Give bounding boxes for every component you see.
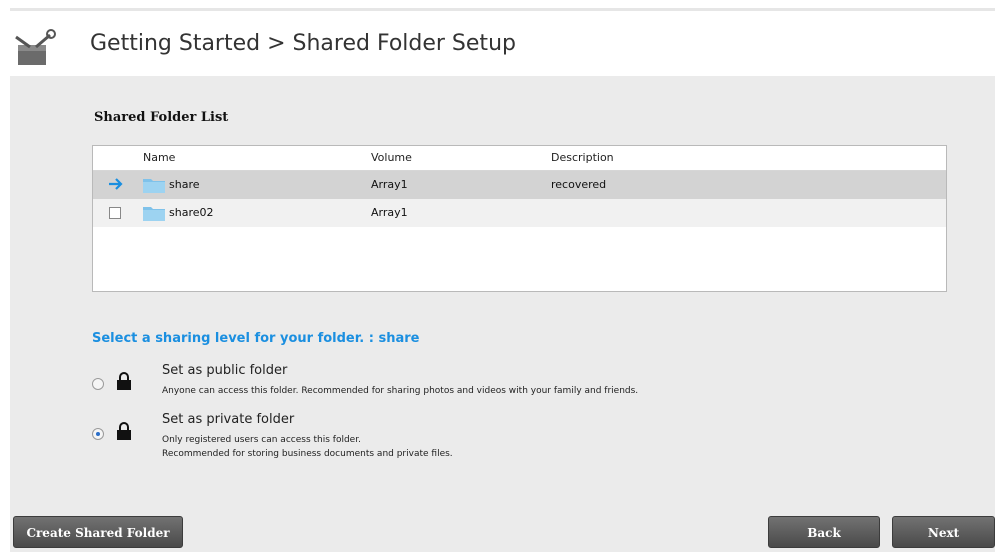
header: Getting Started > Shared Folder Setup bbox=[0, 11, 995, 76]
folder-description: recovered bbox=[551, 178, 607, 191]
folder-icon bbox=[143, 207, 165, 221]
public-folder-label[interactable]: Set as public folder bbox=[162, 363, 287, 378]
private-folder-label[interactable]: Set as private folder bbox=[162, 412, 294, 427]
private-folder-description-line-2: Recommended for storing business documen… bbox=[162, 449, 453, 459]
sharing-level-instruction: Select a sharing level for your folder. … bbox=[92, 331, 420, 346]
column-header-description[interactable]: Description bbox=[551, 151, 614, 164]
page-title: Getting Started > Shared Folder Setup bbox=[90, 31, 516, 56]
back-button[interactable]: Back bbox=[768, 516, 880, 548]
setup-panel: Shared Folder List Name Volume Descripti… bbox=[10, 76, 995, 552]
folder-name: share bbox=[169, 178, 200, 191]
next-button[interactable]: Next bbox=[892, 516, 995, 548]
column-header-name[interactable]: Name bbox=[143, 151, 175, 164]
folder-volume: Array1 bbox=[371, 206, 408, 219]
folder-volume: Array1 bbox=[371, 178, 408, 191]
public-folder-radio[interactable] bbox=[92, 378, 104, 390]
lock-icon bbox=[117, 372, 131, 390]
selected-arrow-icon bbox=[109, 178, 123, 190]
table-header: Name Volume Description bbox=[93, 146, 946, 171]
shared-folder-list-title: Shared Folder List bbox=[94, 110, 229, 125]
row-checkbox[interactable] bbox=[109, 207, 121, 219]
table-row[interactable]: share02 Array1 bbox=[93, 199, 946, 227]
create-shared-folder-button[interactable]: Create Shared Folder bbox=[13, 516, 183, 548]
public-folder-description: Anyone can access this folder. Recommend… bbox=[162, 386, 639, 396]
private-folder-radio[interactable] bbox=[92, 428, 104, 440]
folder-name: share02 bbox=[169, 206, 214, 219]
lock-icon bbox=[117, 422, 131, 440]
folder-icon bbox=[143, 179, 165, 193]
table-row[interactable]: share Array1 recovered bbox=[93, 171, 946, 199]
shared-folder-table: Name Volume Description share Array1 rec… bbox=[92, 145, 947, 292]
column-header-volume[interactable]: Volume bbox=[371, 151, 412, 164]
toolbox-wrench-icon bbox=[15, 29, 56, 65]
private-folder-description-line-1: Only registered users can access this fo… bbox=[162, 435, 361, 445]
